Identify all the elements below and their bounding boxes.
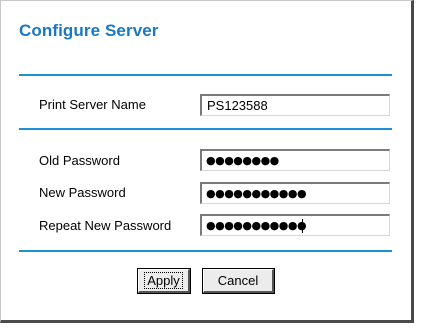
- old-password-mask: ●●●●●●●●: [206, 154, 279, 167]
- apply-button-label: Apply: [144, 272, 183, 289]
- server-name-input[interactable]: [200, 94, 390, 116]
- apply-button[interactable]: Apply: [137, 268, 191, 294]
- new-password-field[interactable]: ●●●●●●●●●●●: [200, 182, 390, 204]
- repeat-password-field[interactable]: ●●●●●●●●●●●: [200, 214, 390, 236]
- new-password-mask: ●●●●●●●●●●●: [206, 187, 307, 200]
- text-caret: [302, 219, 303, 233]
- old-password-field[interactable]: ●●●●●●●●: [200, 149, 390, 171]
- repeat-password-mask: ●●●●●●●●●●●: [206, 219, 307, 232]
- new-password-label: New Password: [39, 185, 126, 200]
- cancel-button[interactable]: Cancel: [202, 268, 275, 294]
- configure-server-panel: Configure Server Print Server Name Old P…: [0, 0, 414, 323]
- repeat-password-label: Repeat New Password: [39, 218, 172, 233]
- page-title: Configure Server: [19, 21, 159, 40]
- divider: [19, 74, 392, 76]
- server-name-label: Print Server Name: [39, 97, 146, 112]
- old-password-label: Old Password: [39, 153, 120, 168]
- divider: [19, 128, 392, 130]
- divider: [19, 250, 392, 252]
